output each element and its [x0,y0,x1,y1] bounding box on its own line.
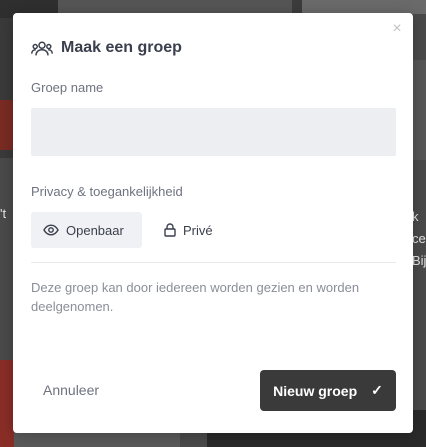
modal-header: Maak een groep [31,39,182,57]
users-icon [31,41,53,56]
background-block [412,60,426,160]
create-group-label: Nieuw groep [273,382,358,399]
privacy-option-public[interactable]: Openbaar [31,212,142,248]
background-image [0,360,14,447]
background-block [302,0,426,14]
group-name-input[interactable] [31,108,396,156]
lock-icon [164,223,176,237]
background-block [58,0,302,14]
cancel-button[interactable]: Annuleer [31,370,111,410]
privacy-label: Privacy & toegankelijkheid [31,184,183,199]
privacy-option-label: Openbaar [66,222,124,238]
create-group-button[interactable]: Nieuw groep ✓ [260,370,396,411]
modal-title: Maak een groep [61,39,182,56]
privacy-option-private[interactable]: Privé [152,212,232,248]
group-name-label: Groep name [31,80,104,95]
background-text: k ce Bij [412,209,426,268]
privacy-option-label: Privé [183,222,213,238]
divider [31,262,396,263]
eye-icon [43,224,59,236]
background-image [0,100,14,150]
close-icon[interactable]: × [390,21,404,37]
privacy-description: Deze groep kan door iedereen worden gezi… [31,280,360,314]
check-icon: ✓ [371,382,383,398]
background-text: 't [0,206,7,221]
create-group-modal: × Maak een groep Groep name Privacy & to… [13,13,413,433]
